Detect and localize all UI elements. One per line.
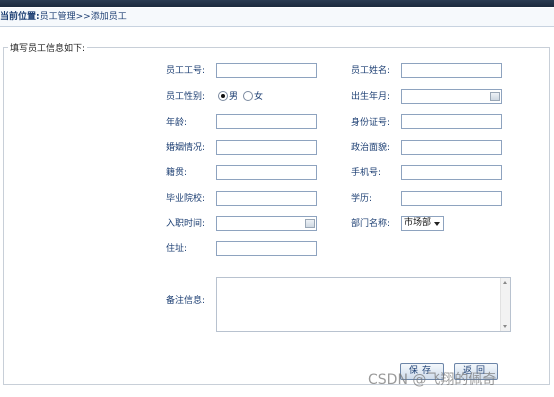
emp-no-label: 员工工号:: [166, 66, 206, 76]
gender-male-label: 男: [229, 92, 239, 102]
form-legend: 填写员工信息如下:: [10, 44, 86, 54]
calendar-icon[interactable]: [305, 219, 315, 228]
address-label: 住址:: [166, 244, 188, 254]
breadcrumb: 当前位置:员工管理>>添加员工: [0, 8, 554, 27]
department-select[interactable]: 市场部: [401, 216, 444, 231]
gender-male-radio[interactable]: [218, 91, 228, 101]
school-label: 毕业院校:: [166, 194, 206, 204]
department-label: 部门名称:: [351, 219, 391, 229]
watermark: CSDN @飞翔的佩奇: [368, 372, 497, 388]
gender-female-label: 女: [254, 92, 264, 102]
school-input[interactable]: [216, 191, 317, 206]
breadcrumb-current-label: 当前位置:: [0, 12, 40, 22]
hire-date-label: 入职时间:: [166, 219, 206, 229]
id-card-input[interactable]: [401, 114, 502, 129]
scroll-down-icon[interactable]: [503, 325, 507, 328]
politics-label: 政治面貌:: [351, 143, 391, 153]
id-card-label: 身份证号:: [351, 118, 391, 128]
breadcrumb-path[interactable]: 员工管理>>添加员工: [40, 12, 127, 22]
gender-label: 员工性别:: [166, 92, 206, 102]
department-selected-value: 市场部: [404, 218, 432, 228]
education-input[interactable]: [401, 191, 502, 206]
top-bar: [0, 0, 554, 7]
marital-input[interactable]: [216, 140, 317, 155]
education-label: 学历:: [351, 194, 373, 204]
emp-no-input[interactable]: [216, 63, 317, 78]
phone-label: 手机号:: [351, 168, 382, 178]
calendar-icon[interactable]: [490, 92, 500, 101]
age-input[interactable]: [216, 114, 317, 129]
gender-female-radio[interactable]: [243, 91, 253, 101]
native-label: 籍贯:: [166, 168, 188, 178]
hire-date-input[interactable]: [216, 216, 317, 231]
scroll-up-icon[interactable]: [503, 281, 507, 284]
address-input[interactable]: [216, 241, 317, 256]
emp-name-input[interactable]: [401, 63, 502, 78]
birth-input[interactable]: [401, 89, 502, 104]
remark-scrollbar[interactable]: [500, 278, 510, 331]
marital-label: 婚姻情况:: [166, 143, 206, 153]
dropdown-arrow-icon: [434, 222, 440, 226]
remark-textarea[interactable]: [216, 277, 511, 332]
age-label: 年龄:: [166, 118, 188, 128]
politics-input[interactable]: [401, 140, 502, 155]
emp-name-label: 员工姓名:: [351, 66, 391, 76]
remark-label: 备注信息:: [166, 296, 206, 306]
birth-label: 出生年月:: [351, 92, 391, 102]
phone-input[interactable]: [401, 165, 502, 180]
native-input[interactable]: [216, 165, 317, 180]
